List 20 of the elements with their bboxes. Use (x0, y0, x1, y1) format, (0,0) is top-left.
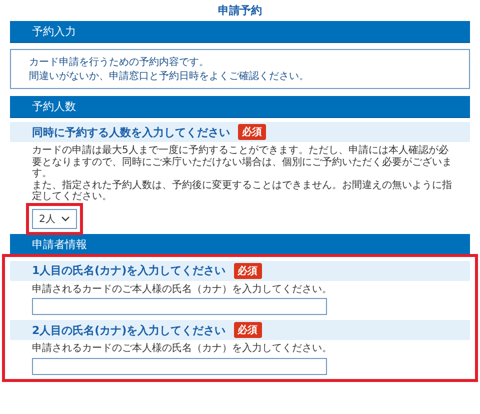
page-title: 申請予約 (218, 3, 262, 18)
count-select[interactable]: 2人 (32, 208, 78, 228)
question-label: 1人目の氏名(カナ)を入力してください (32, 263, 226, 278)
description-text: カードの申請は最大5人まで一度に予約することができます。ただし、申請には本人確認が必要となりますので、同時にご来庁いただけない場合は、個別にご予約いただく必要がございます。 (32, 145, 453, 180)
required-badge: 必須 (238, 124, 266, 140)
name-input[interactable] (32, 358, 327, 374)
description-text: また、指定された予約人数は、予約後に変更することはできません。お間違えの無いように指定してください。 (32, 180, 453, 202)
question-label: 同時に予約する人数を入力してください (32, 124, 230, 140)
section-header: 申請者情報 (10, 234, 470, 256)
notice-text: 間違いがないか、申請窓口と予約日時をよくご確認ください。 (29, 70, 309, 83)
section-header: 予約人数 (10, 96, 470, 118)
notice-text: カード申請を行うための予約内容です。 (29, 56, 209, 69)
description-text: 申請されるカードのご本人様の氏名（カナ）を入力してください。 (32, 343, 333, 354)
question-label: 2人目の氏名(カナ)を入力してください (32, 322, 226, 338)
required-badge: 必須 (234, 262, 262, 278)
section-header: 予約入力 (10, 21, 470, 43)
chevron-down-icon (61, 216, 70, 222)
description-text: 申請されるカードのご本人様の氏名（カナ）を入力してください。 (32, 284, 333, 295)
required-badge: 必須 (234, 322, 262, 338)
name-input[interactable] (32, 298, 327, 315)
